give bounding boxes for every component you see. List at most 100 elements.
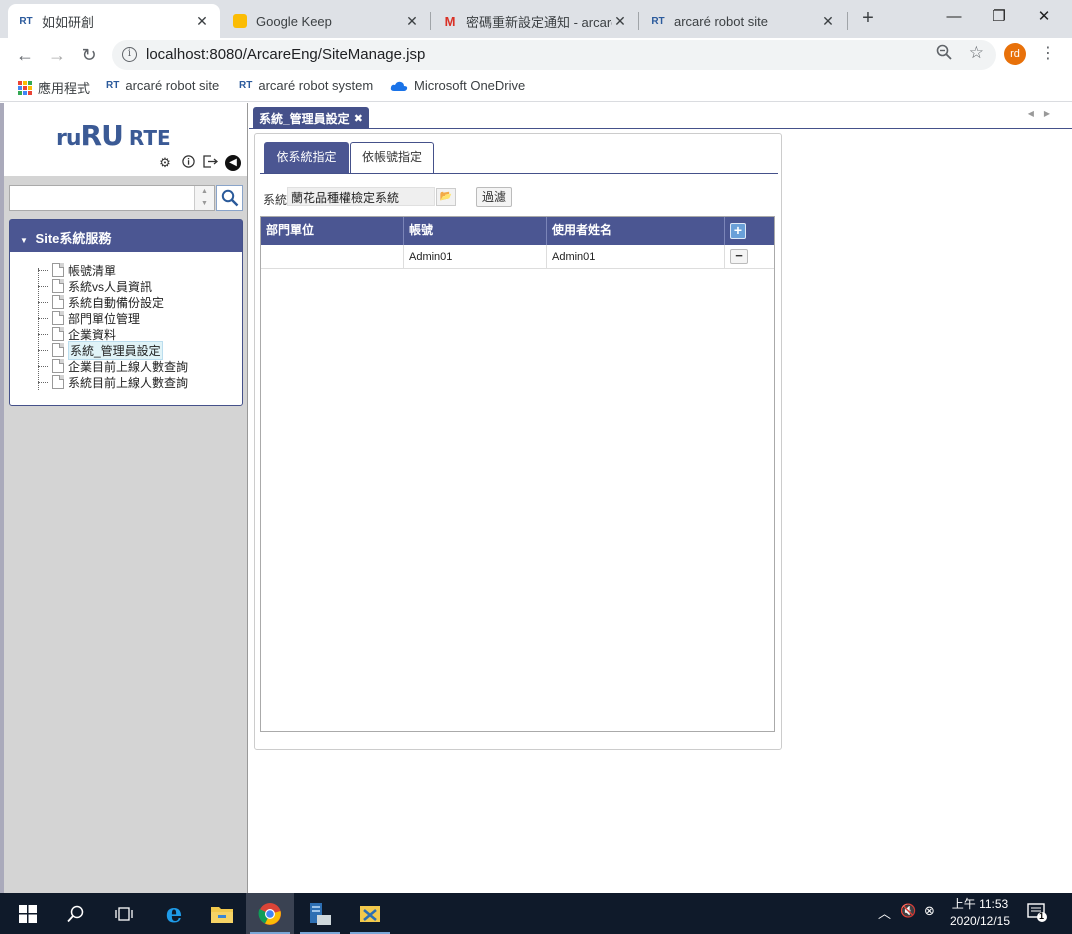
- bookmarks-bar: 應用程式 RT arcaré robot site RT arcaré robo…: [0, 72, 1072, 102]
- search-button[interactable]: [216, 185, 243, 211]
- forward-arrow-icon[interactable]: →: [44, 42, 70, 68]
- task-view-icon[interactable]: [100, 893, 148, 934]
- tree-item-system-vs-personnel[interactable]: 系統vs人員資訊: [38, 278, 242, 294]
- reload-icon[interactable]: ↻: [76, 42, 102, 68]
- panel-title: Site系統服務: [35, 231, 112, 246]
- site-info-icon[interactable]: i: [122, 47, 137, 62]
- tab-scroll-arrows-icon[interactable]: ◀▶: [1028, 109, 1060, 118]
- column-header-account[interactable]: 帳號: [404, 217, 547, 245]
- volume-muted-icon[interactable]: 🔇: [900, 903, 916, 919]
- gear-icon[interactable]: ⚙: [157, 155, 173, 171]
- sidebar-search-input[interactable]: [9, 185, 215, 211]
- admin-grid: 部門單位 帳號 使用者姓名 + Admin01 Admin01 −: [260, 216, 775, 732]
- add-row-button[interactable]: +: [730, 223, 746, 239]
- system-clock[interactable]: 上午 11:53 2020/12/15: [940, 896, 1020, 930]
- site-services-panel: ▼ Site系統服務 帳號清單 系統vs人員資訊 系統自動備份設定 部門單位管理…: [9, 219, 243, 406]
- tray-chevron-icon[interactable]: ︿: [878, 903, 891, 922]
- info-icon[interactable]: [180, 155, 196, 171]
- remove-row-button[interactable]: −: [730, 249, 748, 264]
- close-tab-icon[interactable]: ✕: [194, 13, 210, 30]
- cell-username: Admin01: [547, 245, 725, 269]
- column-header-dept[interactable]: 部門單位: [261, 217, 404, 245]
- panel-header[interactable]: ▼ Site系統服務: [10, 220, 242, 252]
- sidebar: ruRU RTE ⚙ ◀ ▲ ▼ ▼ Site系統服務 帳號清單 系統vs人員資訊 …: [4, 103, 248, 893]
- minimize-icon[interactable]: —: [932, 4, 976, 30]
- url-text[interactable]: localhost:8080/ArcareEng/SiteManage.jsp: [146, 46, 425, 63]
- logout-icon[interactable]: [202, 155, 218, 171]
- admin-tools-icon[interactable]: [346, 893, 394, 934]
- document-icon: [52, 263, 64, 277]
- apps-grid-icon: [18, 80, 32, 95]
- system-label: 系統: [263, 193, 288, 207]
- tab-by-account[interactable]: 依帳號指定: [350, 142, 434, 173]
- filter-button[interactable]: 過濾: [476, 187, 512, 207]
- tree-item-department-management[interactable]: 部門單位管理: [38, 310, 242, 326]
- tree-item-system-admin-settings[interactable]: 系統_管理員設定: [38, 340, 242, 360]
- browser-tab-title: arcaré robot site: [674, 13, 768, 29]
- tab-separator: [638, 12, 639, 30]
- window-close-icon[interactable]: ✕: [1022, 4, 1066, 30]
- bookmark-robot-system[interactable]: RT arcaré robot system: [239, 78, 373, 93]
- bookmark-robot-site[interactable]: RT arcaré robot site: [106, 78, 219, 93]
- new-tab-button[interactable]: +: [858, 8, 878, 30]
- bookmark-label: arcaré robot system: [258, 78, 374, 93]
- keep-icon: [232, 13, 248, 29]
- bookmark-onedrive[interactable]: Microsoft OneDrive: [390, 78, 525, 93]
- search-spinner[interactable]: ▲ ▼: [194, 186, 214, 210]
- browser-tab-1[interactable]: Google Keep ✕: [222, 4, 430, 38]
- collapse-sidebar-icon[interactable]: ◀: [225, 155, 241, 171]
- network-error-icon[interactable]: ⊗: [924, 903, 935, 919]
- table-row[interactable]: Admin01 Admin01 −: [261, 245, 774, 269]
- browser-tab-0[interactable]: RT 如如研創 ✕: [8, 4, 220, 38]
- bookmark-star-icon[interactable]: ☆: [969, 43, 984, 63]
- restore-icon[interactable]: ❐: [977, 4, 1021, 30]
- browser-toolbar: ← → ↻ i localhost:8080/ArcareEng/SiteMan…: [0, 38, 1072, 72]
- tree-item-account-list[interactable]: 帳號清單: [38, 262, 242, 278]
- rt-favicon-icon: RT: [651, 15, 665, 27]
- brand-logo: ruRU RTE: [56, 119, 171, 152]
- document-icon: [52, 375, 64, 389]
- address-bar[interactable]: i localhost:8080/ArcareEng/SiteManage.js…: [112, 40, 996, 70]
- system-select[interactable]: 蘭花品種權檢定系統: [287, 187, 435, 206]
- close-tab-icon[interactable]: ✕: [404, 13, 420, 30]
- document-icon: [52, 295, 64, 309]
- notification-count: 1: [1039, 911, 1045, 921]
- tab-by-system[interactable]: 依系統指定: [264, 142, 349, 173]
- zoom-icon[interactable]: [936, 44, 952, 64]
- close-tab-icon[interactable]: ✕: [820, 13, 836, 30]
- tree-item-auto-backup[interactable]: 系統自動備份設定: [38, 294, 242, 310]
- folder-open-icon[interactable]: 📂: [436, 188, 456, 206]
- browser-tab-title: 如如研創: [42, 14, 95, 30]
- document-icon: [52, 327, 64, 341]
- back-arrow-icon[interactable]: ←: [12, 42, 38, 68]
- profile-avatar[interactable]: rd: [1004, 43, 1026, 65]
- tab-separator: [847, 12, 848, 30]
- browser-tab-title: 密碼重新設定通知 - arcare: [466, 14, 612, 30]
- windows-start-icon[interactable]: [4, 893, 52, 934]
- content-tab[interactable]: 系統_管理員設定 ✖: [253, 107, 369, 129]
- server-manager-icon[interactable]: [296, 893, 344, 934]
- clock-time: 上午 11:53: [951, 897, 1009, 911]
- tree-item-company-online-users[interactable]: 企業目前上線人數查詢: [38, 358, 242, 374]
- chrome-icon[interactable]: [246, 893, 294, 934]
- search-icon[interactable]: [52, 893, 100, 934]
- tree-item-label: 帳號清單: [68, 263, 117, 278]
- column-header-username[interactable]: 使用者姓名: [547, 217, 725, 245]
- browser-tab-2[interactable]: M 密碼重新設定通知 - arcare ✕: [432, 4, 638, 38]
- bookmark-apps[interactable]: 應用程式: [18, 78, 90, 97]
- tree-item-system-online-users[interactable]: 系統目前上線人數查詢: [38, 374, 242, 390]
- browser-menu-icon[interactable]: ⋮: [1040, 42, 1056, 68]
- tree-item-label: 部門單位管理: [68, 311, 141, 326]
- file-explorer-icon[interactable]: [198, 893, 246, 934]
- content-tabbar: 系統_管理員設定 ✖ ◀▶: [249, 103, 1072, 129]
- browser-tabstrip: RT 如如研創 ✕ Google Keep ✕ M 密碼重新設定通知 - arc…: [0, 0, 1072, 38]
- browser-tab-3[interactable]: RT arcaré robot site ✕: [640, 4, 846, 38]
- document-icon: [52, 359, 64, 373]
- caret-down-icon: ▼: [20, 236, 28, 245]
- notification-center-icon[interactable]: 1: [1026, 901, 1048, 926]
- content-tab-title: 系統_管理員設定: [259, 111, 350, 126]
- close-tab-icon[interactable]: ✖: [354, 112, 363, 125]
- internet-explorer-icon[interactable]: e: [150, 893, 198, 934]
- logo-part-1: ru: [56, 126, 81, 151]
- close-tab-icon[interactable]: ✕: [612, 13, 628, 30]
